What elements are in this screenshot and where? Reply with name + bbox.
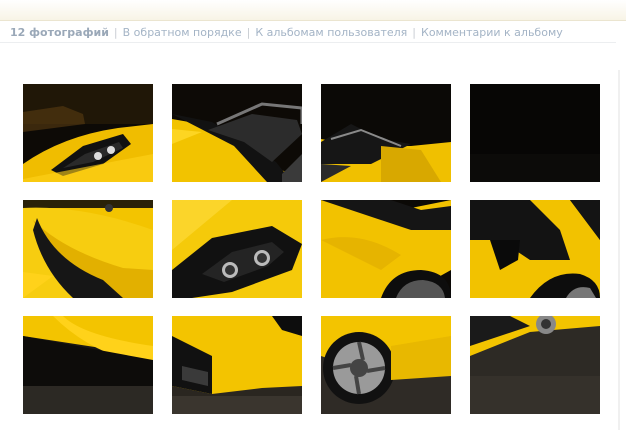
separator: | [113, 26, 118, 39]
photo-thumbnail-2[interactable] [172, 84, 302, 182]
content-right-border [618, 70, 620, 430]
car-photo-thumbnail [172, 316, 302, 414]
photo-thumbnail-10[interactable] [172, 316, 302, 414]
user-albums-link[interactable]: К альбомам пользователя [255, 26, 407, 39]
photo-thumbnail-6[interactable] [172, 200, 302, 298]
separator: | [412, 26, 417, 39]
album-toolbar: 12 фотографий | В обратном порядке | К альбо… [10, 25, 563, 41]
car-photo-thumbnail [321, 316, 451, 414]
photo-thumbnail-11[interactable] [321, 316, 451, 414]
car-photo-thumbnail [321, 84, 451, 182]
car-photo-thumbnail [470, 84, 600, 182]
photo-thumbnail-7[interactable] [321, 200, 451, 298]
header-divider [0, 42, 616, 43]
car-photo-thumbnail [23, 200, 153, 298]
car-photo-thumbnail [470, 316, 600, 414]
car-photo-thumbnail [23, 84, 153, 182]
separator: | [246, 26, 251, 39]
reverse-order-link[interactable]: В обратном порядке [123, 26, 242, 39]
photo-thumbnail-1[interactable] [23, 84, 153, 182]
car-photo-thumbnail [23, 316, 153, 414]
car-photo-thumbnail [172, 84, 302, 182]
photo-count: 12 фотографий [10, 26, 109, 39]
car-photo-thumbnail [172, 200, 302, 298]
photo-grid [23, 84, 603, 414]
album-comments-link[interactable]: Комментарии к альбому [421, 26, 563, 39]
car-photo-thumbnail [321, 200, 451, 298]
photo-thumbnail-8[interactable] [470, 200, 600, 298]
car-photo-thumbnail [470, 200, 600, 298]
photo-thumbnail-9[interactable] [23, 316, 153, 414]
photo-thumbnail-12[interactable] [470, 316, 600, 414]
photo-thumbnail-4[interactable] [470, 84, 600, 182]
photo-thumbnail-3[interactable] [321, 84, 451, 182]
top-header-band [0, 0, 626, 21]
photo-album-page: 12 фотографий | В обратном порядке | К альбо… [0, 0, 626, 442]
photo-thumbnail-5[interactable] [23, 200, 153, 298]
